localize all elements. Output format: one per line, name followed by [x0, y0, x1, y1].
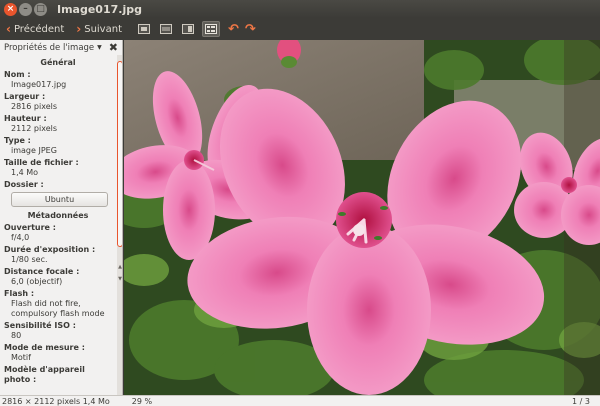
arrow-right-icon: › [76, 22, 82, 36]
status-bar: 2816 × 2112 pixels 1,4 Mo 29 % 1 / 3 [0, 395, 600, 406]
field-label: Nom : [4, 70, 31, 79]
sidebar-content: Général Nom : Image017.jpg Largeur : 281… [0, 55, 116, 395]
field-label: Distance focale : [4, 267, 80, 276]
open-folder-button[interactable]: Ubuntu [11, 192, 108, 207]
field-width: Largeur : 2816 pixels [4, 92, 112, 112]
field-value: 1/80 sec. [11, 255, 48, 264]
field-label: Sensibilité ISO : [4, 321, 76, 330]
sidebar-title-dropdown[interactable]: Propriétés de l'image [4, 43, 94, 53]
sidebar-scrollbar[interactable]: ▲ ▼ [117, 55, 122, 395]
close-window-button[interactable]: × [4, 2, 17, 16]
window-title: Image017.jpg [57, 2, 142, 16]
section-general-title: Général [40, 58, 76, 67]
previous-label: Précédent [13, 23, 65, 35]
sidebar-toggle-button[interactable] [180, 22, 196, 36]
field-value: 80 [11, 331, 22, 340]
title-bar: × – □ Image017.jpg [0, 0, 600, 18]
field-file-size: Taille de fichier : 1,4 Mo [4, 158, 112, 178]
field-height: Hauteur : 2112 pixels [4, 114, 112, 134]
sidebar-icon [182, 24, 194, 34]
rotate-right-icon[interactable]: ↷ [245, 22, 256, 37]
field-label: Ouverture : [4, 223, 56, 232]
rotate-left-icon[interactable]: ↶ [228, 22, 239, 37]
scroll-up-icon[interactable]: ▲ [117, 263, 122, 271]
field-metering: Mode de mesure : Motif [4, 343, 112, 363]
field-value: Motif [11, 353, 31, 362]
image-info: 2816 × 2112 pixels 1,4 Mo [2, 396, 110, 406]
field-value: Image017.jpg [11, 80, 67, 89]
field-label: Type : [4, 136, 31, 145]
field-value: 1,4 Mo [11, 168, 39, 177]
next-button[interactable]: › Suivant [70, 18, 128, 40]
image-counter: 1 / 3 [572, 396, 590, 406]
previous-button[interactable]: ‹ Précédent [0, 18, 70, 40]
next-label: Suivant [84, 23, 122, 35]
section-metadata-title: Métadonnées [27, 211, 89, 220]
scrollbar-thumb[interactable] [117, 61, 122, 247]
field-label: Flash : [4, 289, 35, 298]
field-label: Hauteur : [4, 114, 47, 123]
image-viewer[interactable] [124, 40, 600, 395]
field-value: 6,0 (objectif) [11, 277, 63, 286]
field-folder: Dossier : [4, 180, 112, 190]
field-aperture: Ouverture : f/4,0 [4, 223, 112, 243]
minimize-window-button[interactable]: – [19, 2, 32, 16]
field-label: Mode de mesure : [4, 343, 85, 352]
close-icon[interactable]: ✖ [109, 41, 118, 54]
field-value: 2816 pixels [11, 102, 58, 111]
field-value: 2112 pixels [11, 124, 58, 133]
field-value: Flash did not fire, compulsory flash mod… [11, 299, 105, 318]
field-exposure: Durée d'exposition : 1/80 sec. [4, 245, 112, 265]
field-focal-length: Distance focale : 6,0 (objectif) [4, 267, 112, 287]
arrow-left-icon: ‹ [6, 22, 11, 36]
field-value: image JPEG [11, 146, 57, 155]
field-label: Largeur : [4, 92, 46, 101]
gallery-icon [160, 24, 172, 34]
window-controls: × – □ [4, 2, 47, 16]
field-value: f/4,0 [11, 233, 30, 242]
hibiscus-photo [124, 40, 600, 395]
properties-icon [205, 24, 217, 34]
toolbar: ‹ Précédent › Suivant ↶ ↷ [0, 18, 600, 40]
field-type: Type : image JPEG [4, 136, 112, 156]
field-label: Dossier : [4, 180, 44, 189]
field-name: Nom : Image017.jpg [4, 70, 112, 90]
scroll-down-icon[interactable]: ▼ [117, 275, 122, 283]
fullscreen-button[interactable] [136, 22, 152, 36]
properties-sidebar: Propriétés de l'image ▼ ✖ Général Nom : … [0, 40, 123, 395]
field-label: Durée d'exposition : [4, 245, 96, 254]
field-label: Modèle d'appareil photo : [4, 365, 85, 384]
chevron-down-icon[interactable]: ▼ [97, 44, 102, 51]
properties-button[interactable] [202, 21, 220, 37]
field-label: Taille de fichier : [4, 158, 79, 167]
zoom-level: 29 % [131, 396, 153, 406]
maximize-window-button[interactable]: □ [34, 2, 47, 16]
sidebar-header: Propriétés de l'image ▼ ✖ [0, 40, 122, 55]
gallery-button[interactable] [158, 22, 174, 36]
field-flash: Flash : Flash did not fire, compulsory f… [4, 289, 112, 319]
field-iso: Sensibilité ISO : 80 [4, 321, 112, 341]
fullscreen-icon [138, 24, 150, 34]
field-camera-model: Modèle d'appareil photo : [4, 365, 112, 385]
